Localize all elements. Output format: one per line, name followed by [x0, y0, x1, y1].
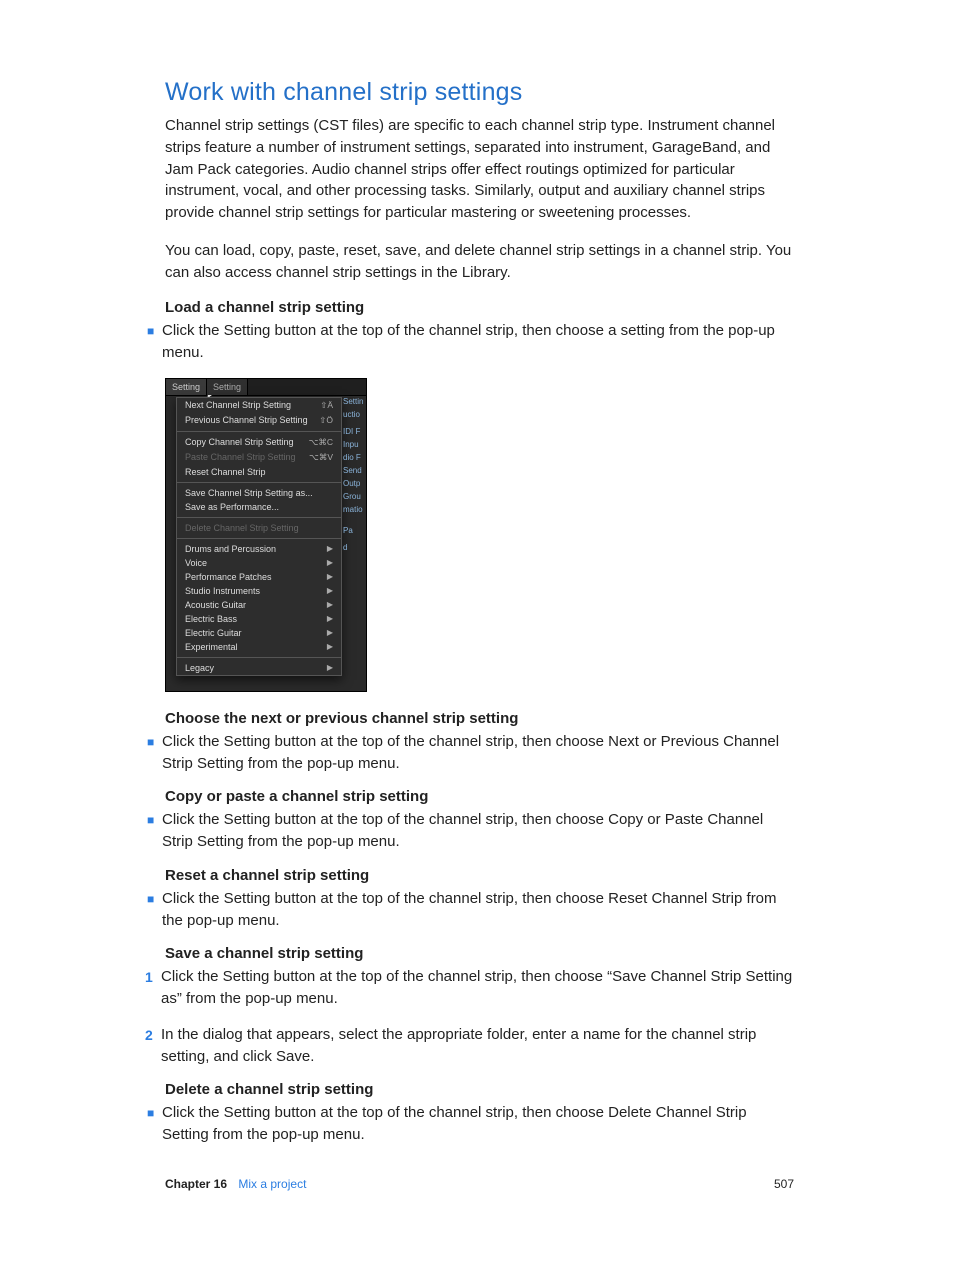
menu-item[interactable]: Reset Channel Strip [177, 465, 341, 479]
subhead-reset: Reset a channel strip setting [165, 867, 794, 884]
menu-item[interactable]: Legacy▶ [177, 661, 341, 675]
menu-item[interactable]: Experimental▶ [177, 640, 341, 654]
bullet-icon: ■ [147, 1102, 161, 1146]
chevron-right-icon: ▶ [327, 572, 333, 581]
menu-item[interactable]: Delete Channel Strip Setting [177, 521, 341, 535]
chevron-right-icon: ▶ [327, 628, 333, 637]
chevron-right-icon: ▶ [327, 614, 333, 623]
menu-item[interactable]: Save as Performance... [177, 500, 341, 514]
footer-chapter: Chapter 16 [165, 1177, 227, 1191]
section-heading: Work with channel strip settings [165, 78, 794, 107]
bullet-icon: ■ [147, 731, 161, 775]
menu-item[interactable]: Studio Instruments▶ [177, 584, 341, 598]
intro-paragraph-2: You can load, copy, paste, reset, save, … [165, 240, 794, 284]
menu-item[interactable]: Performance Patches▶ [177, 570, 341, 584]
intro-paragraph-1: Channel strip settings (CST files) are s… [165, 115, 794, 224]
subhead-save: Save a channel strip setting [165, 945, 794, 962]
chevron-right-icon: ▶ [327, 544, 333, 553]
sidebar-labels: SettinuctioIDI FInpudio FSendOutpGroumat… [342, 395, 366, 554]
save-step2-text: In the dialog that appears, select the a… [161, 1024, 794, 1068]
bullet-icon: ■ [147, 320, 161, 364]
bullet-icon: ■ [147, 809, 161, 853]
footer-page-number: 507 [774, 1177, 794, 1191]
tab-setting-1: Setting [166, 379, 207, 395]
save-step1-text: Click the Setting button at the top of t… [161, 966, 794, 1010]
page-footer: Chapter 16 Mix a project 507 [165, 1177, 794, 1191]
subhead-copy: Copy or paste a channel strip setting [165, 788, 794, 805]
context-menu: Next Channel Strip Setting⇧ÄPrevious Cha… [176, 397, 342, 676]
step-number-2: 2 [145, 1024, 161, 1068]
menu-item[interactable]: Electric Guitar▶ [177, 626, 341, 640]
chevron-right-icon: ▶ [327, 558, 333, 567]
menu-item[interactable]: Voice▶ [177, 556, 341, 570]
menu-item[interactable]: Next Channel Strip Setting⇧Ä [177, 398, 341, 413]
bullet-icon: ■ [147, 888, 161, 932]
chevron-right-icon: ▶ [327, 663, 333, 672]
chevron-right-icon: ▶ [327, 600, 333, 609]
nextprev-bullet-text: Click the Setting button at the top of t… [162, 731, 794, 775]
subhead-load: Load a channel strip setting [165, 299, 794, 316]
subhead-delete: Delete a channel strip setting [165, 1081, 794, 1098]
footer-title: Mix a project [238, 1177, 306, 1191]
popup-menu-screenshot: Setting Setting ↖ Next Channel Strip Set… [165, 378, 367, 692]
load-bullet-text: Click the Setting button at the top of t… [162, 320, 794, 364]
delete-bullet-text: Click the Setting button at the top of t… [162, 1102, 794, 1146]
copy-bullet-text: Click the Setting button at the top of t… [162, 809, 794, 853]
chevron-right-icon: ▶ [327, 586, 333, 595]
menu-item[interactable]: Drums and Percussion▶ [177, 542, 341, 556]
subhead-nextprev: Choose the next or previous channel stri… [165, 710, 794, 727]
reset-bullet-text: Click the Setting button at the top of t… [162, 888, 794, 932]
menu-item[interactable]: Copy Channel Strip Setting⌥⌘C [177, 435, 341, 450]
menu-item[interactable]: Paste Channel Strip Setting⌥⌘V [177, 450, 341, 465]
menu-item[interactable]: Previous Channel Strip Setting⇧Ö [177, 413, 341, 428]
chevron-right-icon: ▶ [327, 642, 333, 651]
menu-item[interactable]: Acoustic Guitar▶ [177, 598, 341, 612]
menu-item[interactable]: Save Channel Strip Setting as... [177, 486, 341, 500]
menu-item[interactable]: Electric Bass▶ [177, 612, 341, 626]
step-number-1: 1 [145, 966, 161, 1010]
